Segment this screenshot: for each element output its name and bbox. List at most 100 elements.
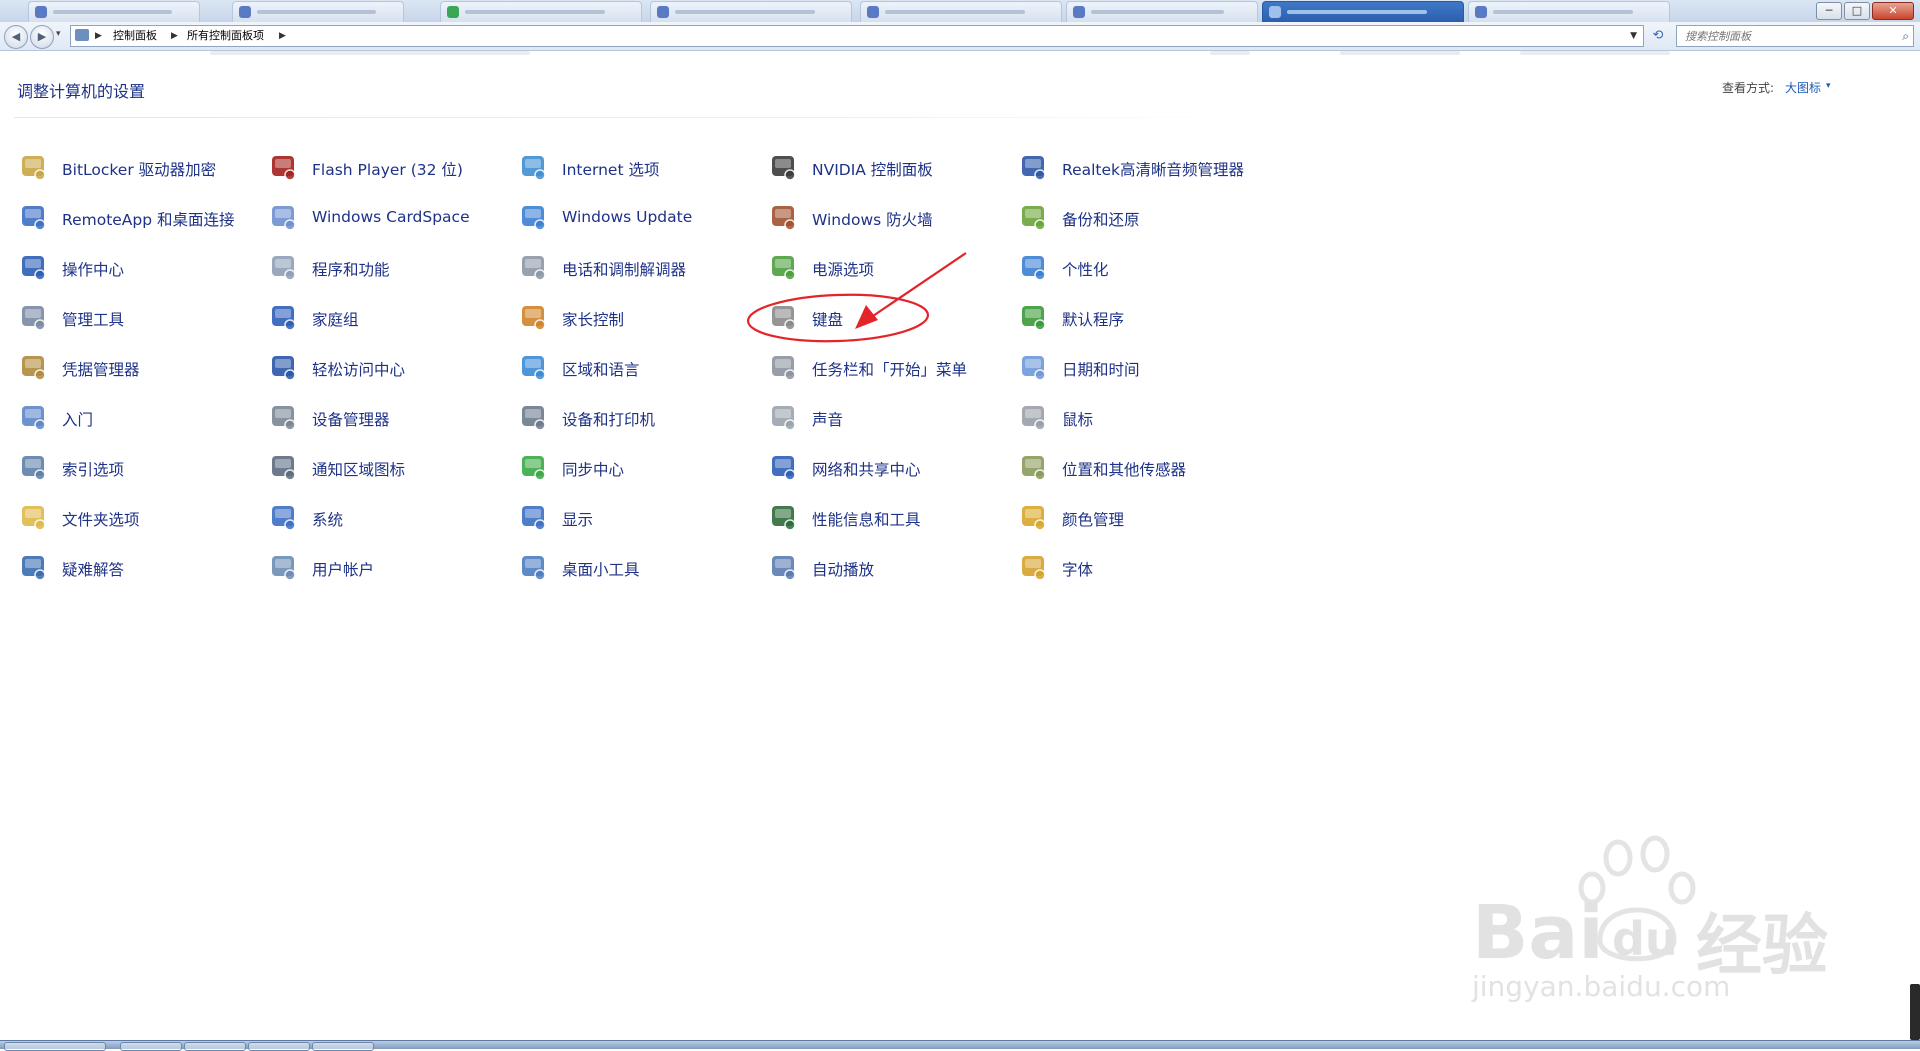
chevron-right-icon[interactable]: ▶ — [279, 26, 286, 46]
control-panel-item-label[interactable]: 性能信息和工具 — [812, 508, 921, 530]
control-panel-item[interactable]: 字体 — [1018, 547, 1258, 587]
control-panel-item-label[interactable]: 日期和时间 — [1062, 358, 1140, 380]
control-panel-item[interactable]: 个性化 — [1018, 247, 1258, 287]
control-panel-item[interactable]: Windows 防火墙 — [768, 197, 1008, 237]
control-panel-item[interactable]: 任务栏和「开始」菜单 — [768, 347, 1008, 387]
control-panel-item[interactable]: Windows Update — [518, 197, 758, 237]
control-panel-item[interactable]: 显示 — [518, 497, 758, 537]
control-panel-item-label[interactable]: 疑难解答 — [62, 558, 124, 580]
control-panel-item[interactable]: 疑难解答 — [18, 547, 258, 587]
control-panel-item[interactable]: 轻松访问中心 — [268, 347, 508, 387]
taskbar-app[interactable] — [248, 1042, 310, 1051]
forward-button[interactable]: ▶ — [30, 25, 54, 49]
browser-tab[interactable] — [1468, 1, 1670, 22]
control-panel-item-label[interactable]: Internet 选项 — [562, 158, 659, 180]
control-panel-item[interactable]: 鼠标 — [1018, 397, 1258, 437]
control-panel-item-label[interactable]: 任务栏和「开始」菜单 — [812, 358, 967, 380]
browser-tab[interactable] — [1066, 1, 1258, 22]
control-panel-item[interactable]: 声音 — [768, 397, 1008, 437]
control-panel-item-label[interactable]: 网络和共享中心 — [812, 458, 921, 480]
control-panel-item-label[interactable]: 默认程序 — [1062, 308, 1124, 330]
control-panel-item[interactable]: 索引选项 — [18, 447, 258, 487]
control-panel-item-label[interactable]: 家长控制 — [562, 308, 624, 330]
control-panel-item-label[interactable]: RemoteApp 和桌面连接 — [62, 208, 235, 230]
control-panel-item-label[interactable]: 个性化 — [1062, 258, 1109, 280]
address-bar[interactable]: ▶ 控制面板 ▶ 所有控制面板项 ▶ ▼ — [70, 25, 1644, 47]
control-panel-item-label[interactable]: 凭据管理器 — [62, 358, 140, 380]
control-panel-item-label[interactable]: 设备和打印机 — [562, 408, 655, 430]
control-panel-item[interactable]: 同步中心 — [518, 447, 758, 487]
control-panel-item[interactable]: 程序和功能 — [268, 247, 508, 287]
control-panel-item-label[interactable]: 程序和功能 — [312, 258, 390, 280]
control-panel-item[interactable]: RemoteApp 和桌面连接 — [18, 197, 258, 237]
control-panel-item-label[interactable]: 电源选项 — [812, 258, 874, 280]
browser-tab[interactable] — [440, 1, 642, 22]
chevron-down-icon[interactable]: ▾ — [1826, 81, 1831, 91]
control-panel-item[interactable]: 区域和语言 — [518, 347, 758, 387]
control-panel-item-label[interactable]: 管理工具 — [62, 308, 124, 330]
control-panel-item-label[interactable]: 键盘 — [812, 308, 843, 330]
control-panel-item[interactable]: 桌面小工具 — [518, 547, 758, 587]
taskbar-app[interactable] — [184, 1042, 246, 1051]
back-button[interactable]: ◀ — [4, 25, 28, 49]
control-panel-item[interactable]: 自动播放 — [768, 547, 1008, 587]
breadcrumb-all-items[interactable]: 所有控制面板项 — [187, 26, 264, 46]
control-panel-item[interactable]: 管理工具 — [18, 297, 258, 337]
control-panel-item-label[interactable]: NVIDIA 控制面板 — [812, 158, 933, 180]
close-button[interactable]: ✕ — [1872, 2, 1914, 20]
control-panel-item[interactable]: 入门 — [18, 397, 258, 437]
start-button[interactable] — [4, 1042, 106, 1051]
browser-tab[interactable] — [650, 1, 852, 22]
control-panel-item[interactable]: 位置和其他传感器 — [1018, 447, 1258, 487]
refresh-icon[interactable]: ⟲ — [1648, 26, 1668, 46]
browser-tab[interactable] — [860, 1, 1062, 22]
control-panel-item[interactable]: 文件夹选项 — [18, 497, 258, 537]
control-panel-item[interactable]: 性能信息和工具 — [768, 497, 1008, 537]
control-panel-item[interactable]: NVIDIA 控制面板 — [768, 147, 1008, 187]
chevron-right-icon[interactable]: ▶ — [171, 26, 178, 46]
taskbar-app[interactable] — [312, 1042, 374, 1051]
control-panel-item-label[interactable]: Realtek高清晰音频管理器 — [1062, 158, 1244, 180]
control-panel-item-label[interactable]: 同步中心 — [562, 458, 624, 480]
control-panel-item-label[interactable]: 家庭组 — [312, 308, 359, 330]
control-panel-item-label[interactable]: 备份和还原 — [1062, 208, 1140, 230]
control-panel-item-label[interactable]: 索引选项 — [62, 458, 124, 480]
control-panel-item-label[interactable]: Windows Update — [562, 208, 692, 226]
control-panel-item[interactable]: 网络和共享中心 — [768, 447, 1008, 487]
browser-tab-active[interactable] — [1262, 1, 1464, 22]
control-panel-item-label[interactable]: 桌面小工具 — [562, 558, 640, 580]
taskbar-app[interactable] — [120, 1042, 182, 1051]
control-panel-item-label[interactable]: 颜色管理 — [1062, 508, 1124, 530]
control-panel-item[interactable]: 设备管理器 — [268, 397, 508, 437]
control-panel-item[interactable]: 家庭组 — [268, 297, 508, 337]
control-panel-item-label[interactable]: Flash Player (32 位) — [312, 158, 463, 180]
control-panel-item-label[interactable]: 鼠标 — [1062, 408, 1093, 430]
control-panel-item-label[interactable]: 设备管理器 — [312, 408, 390, 430]
view-by-dropdown[interactable]: 大图标 — [1785, 79, 1821, 96]
browser-tab[interactable] — [28, 1, 200, 22]
search-icon[interactable]: ⌕ — [1902, 26, 1909, 46]
control-panel-item[interactable]: 通知区域图标 — [268, 447, 508, 487]
search-input[interactable] — [1683, 26, 1887, 46]
control-panel-item[interactable]: Flash Player (32 位) — [268, 147, 508, 187]
control-panel-item[interactable]: 操作中心 — [18, 247, 258, 287]
control-panel-item[interactable]: Windows CardSpace — [268, 197, 508, 237]
control-panel-item[interactable]: 用户帐户 — [268, 547, 508, 587]
control-panel-item[interactable]: 系统 — [268, 497, 508, 537]
control-panel-item[interactable]: 电话和调制解调器 — [518, 247, 758, 287]
control-panel-item[interactable]: Realtek高清晰音频管理器 — [1018, 147, 1258, 187]
browser-tab[interactable] — [232, 1, 404, 22]
control-panel-item-label[interactable]: Windows 防火墙 — [812, 208, 933, 230]
control-panel-item[interactable]: Internet 选项 — [518, 147, 758, 187]
control-panel-item[interactable]: BitLocker 驱动器加密 — [18, 147, 258, 187]
breadcrumb-control-panel[interactable]: 控制面板 — [113, 26, 157, 46]
control-panel-item[interactable]: 备份和还原 — [1018, 197, 1258, 237]
control-panel-item[interactable]: 日期和时间 — [1018, 347, 1258, 387]
control-panel-item-label[interactable]: BitLocker 驱动器加密 — [62, 158, 216, 180]
control-panel-item-label[interactable]: 轻松访问中心 — [312, 358, 405, 380]
control-panel-item-label[interactable]: 操作中心 — [62, 258, 124, 280]
chevron-down-icon[interactable]: ▼ — [1630, 26, 1637, 46]
control-panel-item-label[interactable]: 声音 — [812, 408, 843, 430]
control-panel-item[interactable]: 颜色管理 — [1018, 497, 1258, 537]
control-panel-item[interactable]: 默认程序 — [1018, 297, 1258, 337]
